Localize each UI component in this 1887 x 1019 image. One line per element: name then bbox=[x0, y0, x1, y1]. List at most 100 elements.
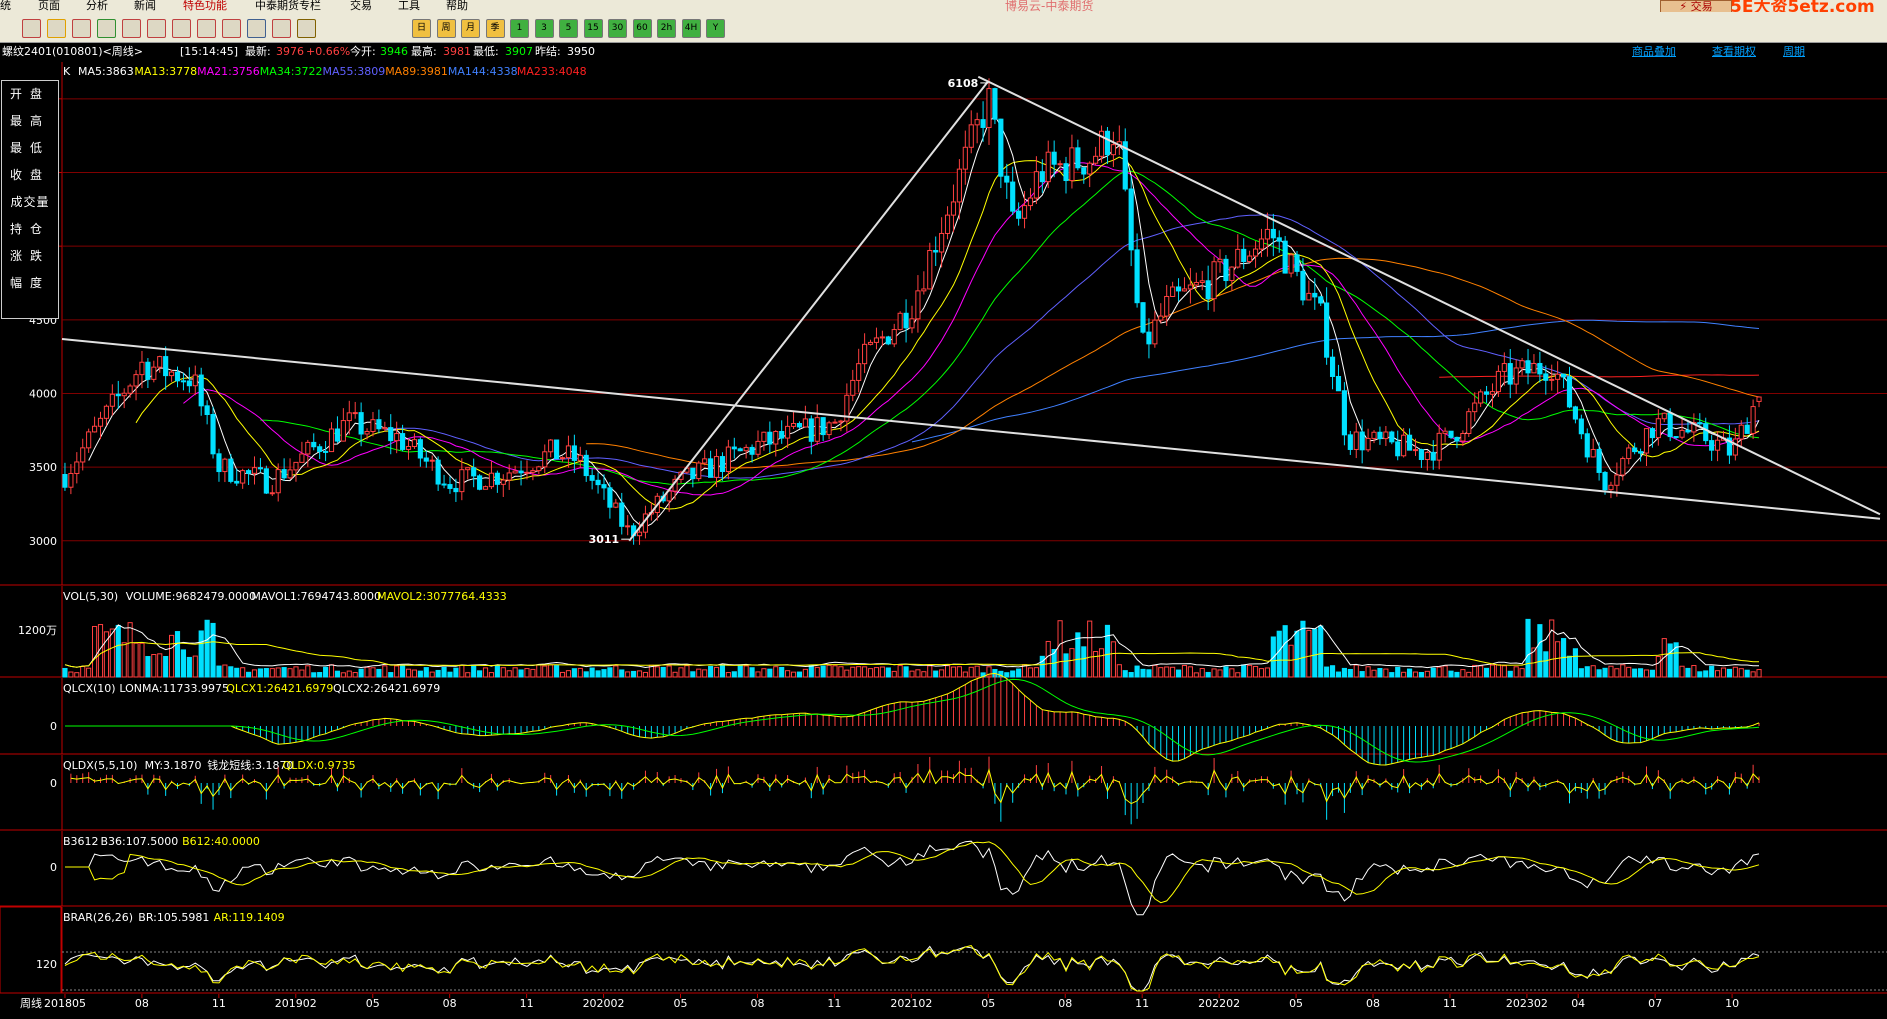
candle-body bbox=[708, 458, 714, 478]
calc-icon[interactable] bbox=[247, 19, 266, 38]
volume-bar bbox=[660, 666, 666, 678]
volume-bar bbox=[654, 666, 660, 678]
pen-icon[interactable] bbox=[147, 19, 166, 38]
x-tick-label: 08 bbox=[443, 997, 457, 1010]
table-icon[interactable] bbox=[222, 19, 241, 38]
menu-system[interactable]: 统 bbox=[0, 0, 11, 12]
menu-tools[interactable]: 工具 bbox=[398, 0, 420, 12]
ma-legend-ma13: MA13:3778 bbox=[134, 65, 197, 78]
candle-body bbox=[974, 119, 980, 126]
volume-bar bbox=[1590, 665, 1596, 678]
volume-bar bbox=[542, 665, 548, 678]
candle-body bbox=[1531, 362, 1537, 374]
candle-body bbox=[1395, 441, 1401, 457]
candle-body bbox=[808, 418, 814, 442]
kline-chart[interactable]: 3000350040004500K MA5:3863 MA13:3778 MA21:3… bbox=[0, 60, 1887, 1019]
period-button-3[interactable]: 3 bbox=[534, 19, 554, 38]
menu-trade[interactable]: 交易 bbox=[350, 0, 372, 12]
x-tick-label: 08 bbox=[1058, 997, 1072, 1010]
volume-bar bbox=[950, 666, 957, 678]
volume-bar bbox=[257, 668, 264, 678]
candle-body bbox=[151, 366, 157, 380]
candle-body bbox=[1519, 360, 1525, 369]
candle-body bbox=[1312, 292, 1318, 298]
volume-bar bbox=[1010, 670, 1016, 678]
candle-body bbox=[1673, 436, 1679, 439]
candle-body bbox=[1241, 248, 1247, 263]
candle-body bbox=[1584, 433, 1590, 458]
menu-page[interactable]: 页面 bbox=[38, 0, 60, 12]
link-overlay-commodity[interactable]: 商品叠加 bbox=[1632, 43, 1676, 60]
x-tick-label: 07 bbox=[1648, 997, 1662, 1010]
period-button-15[interactable]: 15 bbox=[583, 19, 603, 38]
prev-settle-price: 3950 bbox=[567, 45, 595, 58]
candle-body bbox=[1270, 228, 1276, 239]
frame-icon[interactable] bbox=[297, 19, 316, 38]
ma-legend-ma233: MA233:4048 bbox=[517, 65, 587, 78]
candle-body bbox=[453, 487, 459, 493]
period-button-30[interactable]: 30 bbox=[608, 19, 627, 38]
draw-icon[interactable] bbox=[272, 19, 291, 38]
volume-bar bbox=[435, 669, 441, 678]
candle-body bbox=[1507, 363, 1513, 385]
volume-bar bbox=[956, 666, 962, 678]
menu-news[interactable]: 新闻 bbox=[134, 0, 156, 12]
period-button-60[interactable]: 60 bbox=[632, 19, 652, 38]
menu-analysis[interactable]: 分析 bbox=[86, 0, 108, 12]
br-line bbox=[64, 945, 1760, 992]
volume-bar bbox=[281, 667, 287, 678]
trendline-support bbox=[61, 337, 1881, 520]
link-view-options[interactable]: 查看期权 bbox=[1712, 43, 1756, 60]
candle-body bbox=[933, 250, 939, 253]
candle-body bbox=[885, 336, 891, 345]
zoom-out-icon[interactable] bbox=[122, 19, 141, 38]
link-period[interactable]: 周期 bbox=[1783, 43, 1805, 60]
candle-body bbox=[1353, 431, 1359, 450]
period-button-月[interactable]: 月 bbox=[461, 19, 480, 38]
volume-bar bbox=[577, 667, 583, 678]
refresh-icon[interactable] bbox=[72, 19, 91, 38]
period-button-1[interactable]: 1 bbox=[510, 19, 529, 38]
volume-bar bbox=[536, 664, 542, 678]
candle-body bbox=[992, 88, 998, 120]
period-button-Y[interactable]: Y bbox=[706, 19, 725, 38]
x-axis-period-label: 周线 bbox=[20, 996, 42, 1010]
period-button-4H[interactable]: 4H bbox=[681, 19, 701, 38]
menu-features[interactable]: 特色功能 bbox=[183, 0, 227, 12]
volume-bar bbox=[719, 664, 726, 678]
volume-bar bbox=[1187, 666, 1193, 678]
line-tool-icon[interactable] bbox=[172, 19, 191, 38]
period-button-5[interactable]: 5 bbox=[559, 19, 578, 38]
volume-bar bbox=[690, 671, 696, 678]
indicator-legend-qlcx1: QLCX1:26421.6979 bbox=[226, 682, 333, 695]
menu-help[interactable]: 帮助 bbox=[446, 0, 468, 12]
period-button-日[interactable]: 日 bbox=[412, 19, 431, 38]
candle-body bbox=[696, 462, 702, 480]
filter-icon[interactable] bbox=[197, 19, 216, 38]
volume-bar bbox=[1300, 620, 1306, 678]
zoom-in-icon[interactable] bbox=[97, 19, 116, 38]
volume-bar bbox=[933, 670, 939, 678]
candle-body bbox=[1495, 370, 1501, 393]
volume-bar bbox=[1223, 666, 1229, 678]
side-close: 收盘 bbox=[9, 168, 50, 182]
home-icon[interactable] bbox=[22, 19, 41, 38]
candle-body bbox=[204, 405, 210, 415]
menu-zhongtai-column[interactable]: 中泰期货专栏 bbox=[255, 0, 321, 12]
period-button-2h[interactable]: 2h bbox=[657, 19, 676, 38]
candle-body bbox=[1199, 280, 1205, 283]
page-icon[interactable] bbox=[47, 19, 66, 38]
volume-bar bbox=[678, 667, 684, 678]
volume-bar bbox=[1513, 666, 1519, 678]
volume-bar bbox=[571, 668, 577, 678]
volume-bar bbox=[1685, 667, 1691, 678]
candle-body bbox=[636, 531, 643, 537]
candle-body bbox=[1383, 431, 1389, 440]
volume-bar bbox=[1442, 665, 1448, 678]
volume-bar bbox=[897, 665, 903, 678]
volume-bar bbox=[115, 624, 121, 678]
x-tick-label: 202202 bbox=[1198, 997, 1240, 1010]
period-button-季[interactable]: 季 bbox=[485, 19, 505, 38]
period-button-周[interactable]: 周 bbox=[436, 19, 456, 38]
volume-bar bbox=[1732, 666, 1738, 678]
